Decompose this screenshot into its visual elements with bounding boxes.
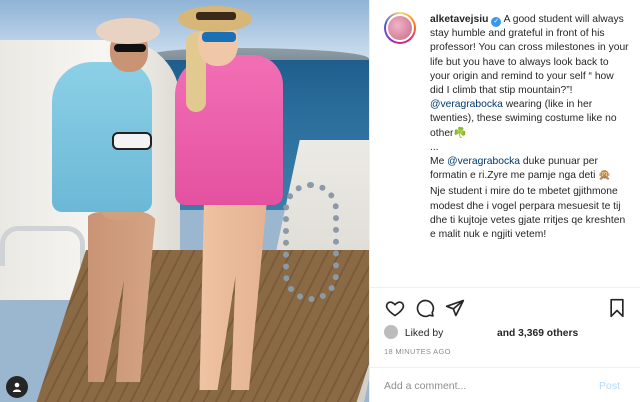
caption-paragraph-2: @veragrabocka wearing (like in her twent… xyxy=(430,98,630,141)
liker-avatar xyxy=(384,325,398,339)
post-sidebar: alketavejsiu ✓ A good student will alway… xyxy=(369,0,640,402)
divider xyxy=(370,367,640,368)
post-timestamp[interactable]: 18 MINUTES AGO xyxy=(384,347,451,356)
person-tag-icon[interactable] xyxy=(6,376,28,398)
caption-paragraph-1: alketavejsiu ✓ A good student will alway… xyxy=(430,13,630,98)
post-photo[interactable] xyxy=(0,0,369,402)
liked-by-label: Liked by xyxy=(404,328,444,339)
heart-icon[interactable] xyxy=(384,297,406,319)
caption-text-1: A good student will always stay humble a… xyxy=(430,14,629,97)
paper-plane-icon[interactable] xyxy=(444,297,466,319)
likes-count[interactable]: and 3,369 others xyxy=(497,328,578,339)
author-avatar-image xyxy=(386,14,414,42)
woman-left-hat xyxy=(96,18,160,44)
woman-right-hat-band xyxy=(196,12,236,20)
comment-input[interactable] xyxy=(384,380,584,392)
likes-summary[interactable]: Liked by and 3,369 others xyxy=(384,325,634,339)
woman-left-sunglasses xyxy=(114,44,146,52)
caption-paragraph-4: Nje student i mire do te mbetet gjithmon… xyxy=(430,186,626,241)
verified-badge-icon: ✓ xyxy=(491,17,502,27)
post-comment-button[interactable]: Post xyxy=(599,380,620,392)
author-username[interactable]: alketavejsiu xyxy=(430,14,488,25)
face-emoji: 🙊 xyxy=(598,170,612,182)
post-actions xyxy=(384,297,634,319)
photo-rope xyxy=(283,182,339,302)
caption-me: Me xyxy=(430,156,448,168)
caption-paragraph-3: Me @veragrabocka duke punuar per formati… xyxy=(430,155,630,183)
photo-boat-rail xyxy=(0,226,85,266)
divider xyxy=(370,287,640,288)
author-avatar[interactable] xyxy=(384,12,416,44)
caption-ellipsis: ... xyxy=(430,141,439,153)
woman-left-swimsuit xyxy=(112,132,152,150)
comment-icon[interactable] xyxy=(414,297,436,319)
clover-emoji: ☘️ xyxy=(453,127,467,139)
bookmark-icon[interactable] xyxy=(606,297,628,319)
woman-right-sunglasses xyxy=(202,32,236,42)
mention-link[interactable]: @veragrabocka xyxy=(447,156,520,167)
post-caption: alketavejsiu ✓ A good student will alway… xyxy=(430,13,630,242)
mention-link[interactable]: @veragrabocka xyxy=(430,99,503,110)
